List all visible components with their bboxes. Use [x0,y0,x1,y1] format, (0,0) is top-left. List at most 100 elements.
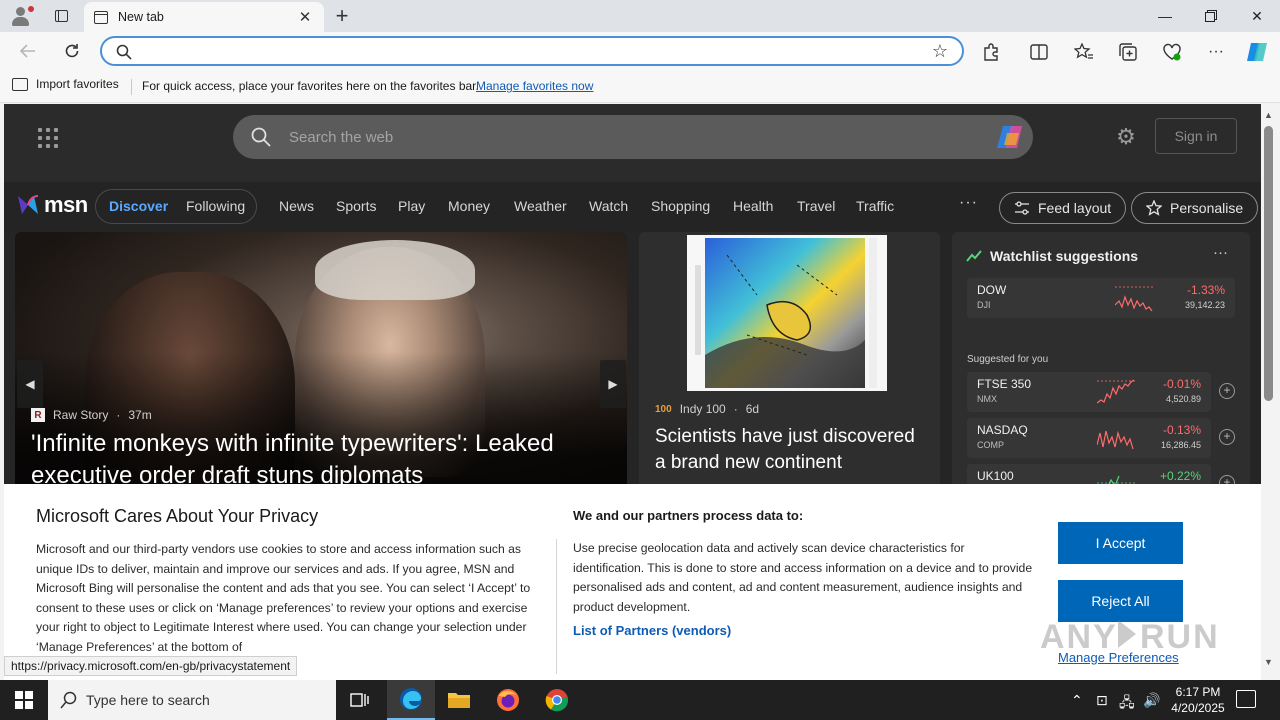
close-tab-icon[interactable]: ✕ [296,8,314,26]
collections-button[interactable] [1115,39,1141,65]
tab-new-tab[interactable]: New tab ✕ [84,2,324,32]
carousel-next-button[interactable]: ▶ [600,360,626,408]
personalise-button[interactable]: Personalise [1131,192,1259,224]
quote-exchange: NMX [977,394,997,404]
nav-link-sports[interactable]: Sports [336,198,376,214]
start-button[interactable] [0,680,48,720]
tab-actions-button[interactable] [48,4,74,28]
nav-link-play[interactable]: Play [398,198,425,214]
quote-symbol: UK100 [977,469,1014,483]
quote-symbol: DOW [977,283,1007,297]
quote-symbol: FTSE 350 [977,377,1032,391]
scroll-down-arrow-icon[interactable]: ▼ [1263,657,1274,668]
feed-layout-button[interactable]: Feed layout [999,192,1127,224]
back-button[interactable] [14,37,42,65]
import-favorites-button[interactable]: Import favorites [12,77,119,91]
close-window-button[interactable]: ✕ [1234,0,1280,32]
taskbar-edge[interactable] [387,680,435,720]
partners-link[interactable]: List of Partners (vendors) [573,623,731,638]
add-to-watchlist-icon[interactable]: + [1219,383,1235,399]
favorite-star-icon[interactable]: ☆ [932,41,948,62]
nav-link-shopping[interactable]: Shopping [651,198,710,214]
manage-favorites-link[interactable]: Manage favorites now [476,79,593,93]
add-to-watchlist-icon[interactable]: + [1219,429,1235,445]
copilot-button[interactable] [1244,39,1270,65]
msn-logo[interactable]: msn [16,192,88,218]
system-clock[interactable]: 6:17 PM 4/20/2025 [1166,684,1230,716]
sparkle-star-icon [1146,200,1162,216]
nav-link-travel[interactable]: Travel [797,198,835,214]
manage-preferences-link[interactable]: Manage Preferences [1058,650,1179,665]
privacy-title: Microsoft Cares About Your Privacy [36,506,319,526]
address-bar[interactable]: ☆ [100,36,964,66]
refresh-icon [65,44,79,58]
collections-icon [1119,43,1137,61]
tray-device-icon[interactable]: ⊡ [1096,692,1108,709]
edge-icon [400,688,422,710]
settings-more-button[interactable]: ··· [1203,39,1229,65]
minimize-button[interactable]: — [1142,0,1188,32]
web-search-box[interactable] [233,115,1033,159]
web-search-input[interactable] [289,127,969,147]
quote-change: +0.22% [1159,469,1201,483]
hero-headline[interactable]: 'Infinite monkeys with infinite typewrit… [31,428,611,492]
hero-story-card[interactable]: ◀ ▶ R Raw Story · 37m 'Infinite monkeys … [15,232,627,502]
taskbar-search-box[interactable]: Type here to search [48,680,336,720]
nav-link-weather[interactable]: Weather [514,198,567,214]
taskbar-firefox[interactable] [484,680,532,720]
task-view-button[interactable] [336,680,384,720]
scroll-thumb[interactable] [1264,126,1273,401]
quote-row-nasdaq[interactable]: NASDAQ COMP -0.13% 16,286.45 + [967,418,1235,458]
quote-change: -0.01% [1162,377,1201,391]
carousel-prev-button[interactable]: ◀ [17,360,43,408]
favorites-button[interactable] [1071,39,1097,65]
tray-overflow-chevron-up-icon[interactable]: ⌃ [1071,692,1083,709]
address-input[interactable] [142,41,922,61]
gear-icon[interactable]: ⚙ [1114,125,1138,149]
nav-link-health[interactable]: Health [733,198,773,214]
refresh-button[interactable] [58,37,86,65]
favbar-message: For quick access, place your favorites h… [142,79,479,93]
task-view-icon [350,693,369,707]
story-headline[interactable]: Scientists have just discovered a brand … [655,424,915,476]
nav-link-money[interactable]: Money [448,198,490,214]
accept-button[interactable]: I Accept [1058,522,1183,564]
new-tab-favicon-icon [94,10,108,24]
scroll-up-arrow-icon[interactable]: ▲ [1263,110,1274,121]
quote-value: 16,286.45 [1160,440,1201,450]
watchlist-title: Watchlist suggestions [990,248,1139,264]
taskbar-chrome[interactable] [533,680,581,720]
notification-dot [28,6,34,12]
nav-link-traffic[interactable]: Traffic [856,198,894,214]
favorites-icon [1074,43,1093,59]
privacy-purposes: Use precise geolocation data and activel… [573,541,1033,614]
restore-button[interactable] [1188,0,1234,32]
quote-row-ftse350[interactable]: FTSE 350 NMX -0.01% 4,520.89 + [967,372,1235,412]
split-screen-button[interactable] [1026,39,1052,65]
copilot-icon[interactable] [995,123,1025,151]
sign-in-button[interactable]: Sign in [1155,118,1237,154]
notification-center-icon[interactable] [1236,690,1256,708]
page-scrollbar[interactable]: ▲ ▼ [1261,104,1276,672]
tab-following[interactable]: Following [186,198,245,214]
quote-symbol: NASDAQ [977,423,1028,437]
profile-button[interactable] [6,3,36,29]
trend-up-icon [966,250,982,262]
nav-more-icon[interactable]: ··· [959,194,978,212]
nav-link-watch[interactable]: Watch [589,198,628,214]
new-tab-button[interactable]: + [330,4,354,28]
msn-logo-text: msn [44,192,88,217]
watchlist-more-icon[interactable]: ··· [1213,244,1228,261]
taskbar-file-explorer[interactable] [435,680,483,720]
browser-essentials-button[interactable] [1159,39,1185,65]
app-launcher-icon[interactable] [38,128,58,148]
nav-link-news[interactable]: News [279,198,314,214]
story-card[interactable]: 100 Indy 100 · 6d Scientists have just d… [639,232,940,502]
network-icon[interactable]: 🖧 [1119,692,1135,716]
hero-photo-detail [315,240,475,300]
extensions-button[interactable] [978,39,1004,65]
quote-row-dow[interactable]: DOW DJI -1.33% 39,142.23 [967,278,1235,318]
tab-strip: New tab ✕ + — ✕ [0,0,1280,32]
tab-discover[interactable]: Discover [109,198,168,214]
volume-icon[interactable]: 🔊 [1143,692,1160,709]
